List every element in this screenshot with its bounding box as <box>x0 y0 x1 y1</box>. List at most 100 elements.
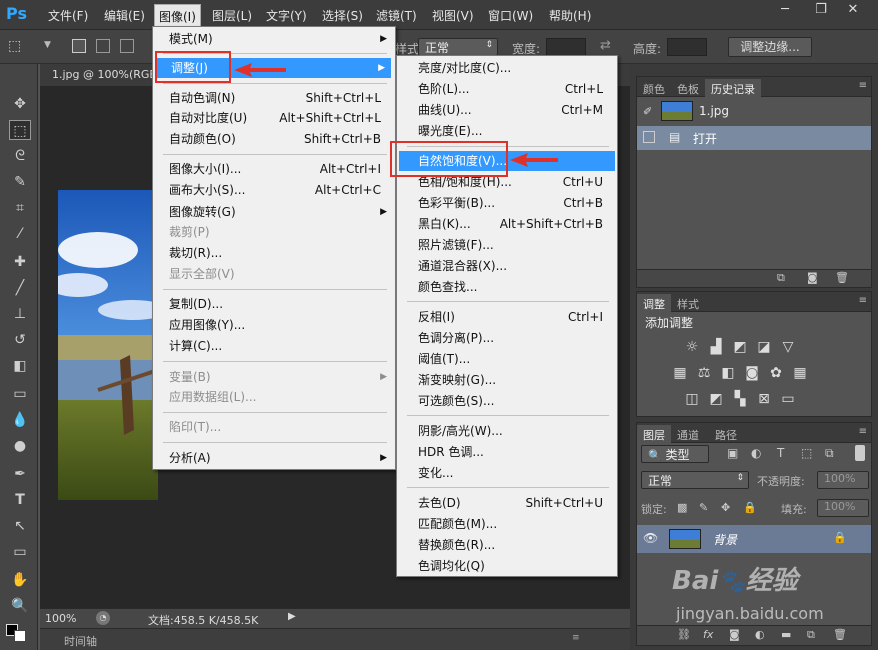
menu-item-trim[interactable]: 裁切(R)... <box>155 243 393 263</box>
brush-tool-icon[interactable]: ╱ <box>9 278 31 298</box>
layer-row[interactable]: 👁 背景 🔒 <box>637 525 871 553</box>
layer-filter-select[interactable]: 🔍 类型 <box>641 445 709 463</box>
camera-icon[interactable]: ◙ <box>807 271 818 284</box>
tab-swatches[interactable]: 色板 <box>671 79 705 97</box>
layer-name[interactable]: 背景 <box>713 531 737 548</box>
blur-tool-icon[interactable]: 💧 <box>9 410 31 430</box>
channel-mixer-icon[interactable]: ✿ <box>767 365 785 381</box>
menu-item-photo-filter[interactable]: 照片滤镜(F)... <box>399 235 615 255</box>
eyedropper-icon[interactable]: ⁄ <box>9 224 31 244</box>
hue-saturation-icon[interactable]: ▦ <box>671 365 689 381</box>
menu-file[interactable]: 文件(F) <box>48 7 88 24</box>
blend-mode-select[interactable]: 正常 ⇕ <box>641 471 749 489</box>
filter-type-icon[interactable]: T <box>777 446 784 460</box>
menu-item-desaturate[interactable]: 去色(D) Shift+Ctrl+U <box>399 493 615 513</box>
tab-paths[interactable]: 路径 <box>709 425 743 443</box>
eraser-icon[interactable]: ◧ <box>9 356 31 376</box>
menu-edit[interactable]: 编辑(E) <box>104 7 145 24</box>
history-state[interactable]: ▤ 打开 <box>637 126 871 150</box>
invert-icon[interactable]: ◫ <box>683 391 701 407</box>
new-layer-icon[interactable]: ⧉ <box>807 628 815 642</box>
style-select[interactable]: 正常 ⇕ <box>418 38 498 56</box>
menu-help[interactable]: 帮助(H) <box>549 7 591 24</box>
menu-item-selective-color[interactable]: 可选颜色(S)... <box>399 391 615 411</box>
menu-item-canvas-size[interactable]: 画布大小(S)... Alt+Ctrl+C <box>155 180 393 200</box>
menu-item-replace-color[interactable]: 替换颜色(R)... <box>399 535 615 555</box>
menu-item-auto-contrast[interactable]: 自动对比度(U) Alt+Shift+Ctrl+L <box>155 108 393 128</box>
path-select-icon[interactable]: ↖ <box>9 516 31 536</box>
menu-item-color-balance[interactable]: 色彩平衡(B)... Ctrl+B <box>399 193 615 213</box>
levels-icon[interactable]: ▟ <box>707 339 725 355</box>
tab-color[interactable]: 颜色 <box>637 79 671 97</box>
rectangle-tool-icon[interactable]: ▭ <box>9 542 31 562</box>
panel-menu-icon[interactable]: ≡ <box>859 426 867 437</box>
brightness-icon[interactable]: ☼ <box>683 339 701 355</box>
marquee-tool-icon[interactable]: ⬚ <box>8 38 21 54</box>
panel-menu-icon[interactable]: ≡ <box>859 80 867 91</box>
lock-pixels-icon[interactable]: ✎ <box>699 501 708 514</box>
crop-tool-icon[interactable]: ⌗ <box>9 198 31 218</box>
color-balance-icon[interactable]: ⚖ <box>695 365 713 381</box>
history-snapshot[interactable]: ✐ 1.jpg <box>637 99 871 125</box>
group-folder-icon[interactable]: ▬ <box>781 628 791 641</box>
height-input[interactable] <box>667 38 707 56</box>
lock-transparency-icon[interactable]: ▩ <box>677 501 687 514</box>
zoom-tool-icon[interactable]: 🔍 <box>9 596 31 616</box>
opacity-input[interactable]: 100% <box>817 471 869 489</box>
menu-item-exposure[interactable]: 曝光度(E)... <box>399 121 615 141</box>
quick-select-icon[interactable]: ✎ <box>9 172 31 192</box>
menu-view[interactable]: 视图(V) <box>432 7 474 24</box>
visibility-eye-icon[interactable]: 👁 <box>643 531 658 545</box>
layer-mask-icon[interactable]: ◙ <box>729 628 740 641</box>
add-selection-icon[interactable] <box>96 39 110 53</box>
photo-filter-icon[interactable]: ◙ <box>743 365 761 381</box>
menu-item-apply-image[interactable]: 应用图像(Y)... <box>155 315 393 335</box>
menu-layer[interactable]: 图层(L) <box>212 7 252 24</box>
menu-select[interactable]: 选择(S) <box>322 7 363 24</box>
menu-type[interactable]: 文字(Y) <box>266 7 307 24</box>
threshold-icon[interactable]: ▚ <box>731 391 749 407</box>
menu-item-invert[interactable]: 反相(I) Ctrl+I <box>399 307 615 327</box>
exposure-icon[interactable]: ◪ <box>755 339 773 355</box>
menu-item-gradient-map[interactable]: 渐变映射(G)... <box>399 370 615 390</box>
menu-item-analysis[interactable]: 分析(A) ▶ <box>155 448 393 468</box>
menu-item-image-size[interactable]: 图像大小(I)... Alt+Ctrl+I <box>155 159 393 179</box>
pen-tool-icon[interactable]: ✒ <box>9 464 31 484</box>
menu-item-posterize[interactable]: 色调分离(P)... <box>399 328 615 348</box>
tab-adjustments[interactable]: 调整 <box>637 294 671 312</box>
menu-filter[interactable]: 滤镜(T) <box>376 7 417 24</box>
hand-tool-icon[interactable]: ✋ <box>9 570 31 590</box>
width-input[interactable] <box>546 38 586 56</box>
move-tool-icon[interactable]: ✥ <box>9 94 31 114</box>
fill-input[interactable]: 100% <box>817 499 869 517</box>
menu-item-shadows-highlights[interactable]: 阴影/高光(W)... <box>399 421 615 441</box>
menu-item-variations[interactable]: 变化... <box>399 463 615 483</box>
adjustment-layer-icon[interactable]: ◐ <box>755 628 765 641</box>
menu-item-image-rotation[interactable]: 图像旋转(G) ▶ <box>155 202 393 222</box>
menu-item-hdr-toning[interactable]: HDR 色调... <box>399 442 615 462</box>
menu-item-mode[interactable]: 模式(M) ▶ <box>155 29 393 49</box>
lasso-tool-icon[interactable]: ᘓ <box>9 146 31 166</box>
gradient-tool-icon[interactable]: ▭ <box>9 384 31 404</box>
new-document-icon[interactable]: ⧉ <box>777 271 785 285</box>
chevron-down-icon[interactable]: ▼ <box>44 40 51 50</box>
minimize-button[interactable]: ─ <box>772 2 798 20</box>
panel-menu-icon[interactable]: ≡ <box>859 295 867 306</box>
curves-icon[interactable]: ◩ <box>731 339 749 355</box>
menu-window[interactable]: 窗口(W) <box>488 7 533 24</box>
menu-item-calculations[interactable]: 计算(C)... <box>155 336 393 356</box>
subtract-selection-icon[interactable] <box>120 39 134 53</box>
gradient-map-icon[interactable]: ▭ <box>779 391 797 407</box>
trash-icon[interactable]: 🗑 <box>833 628 847 641</box>
tab-history[interactable]: 历史记录 <box>705 79 761 97</box>
refine-edge-button[interactable]: 调整边缘... <box>728 37 812 57</box>
play-icon[interactable]: ▶ <box>288 611 296 622</box>
swap-icon[interactable]: ⇄ <box>600 38 611 53</box>
link-layers-icon[interactable]: ⛓ <box>677 628 691 641</box>
new-selection-icon[interactable] <box>72 39 86 53</box>
history-brush-icon[interactable]: ↺ <box>9 330 31 350</box>
menu-item-channel-mixer[interactable]: 通道混合器(X)... <box>399 256 615 276</box>
dodge-tool-icon[interactable]: ● <box>9 436 31 456</box>
background-color-swatch[interactable] <box>14 630 26 642</box>
lock-all-icon[interactable]: 🔒 <box>743 501 757 514</box>
